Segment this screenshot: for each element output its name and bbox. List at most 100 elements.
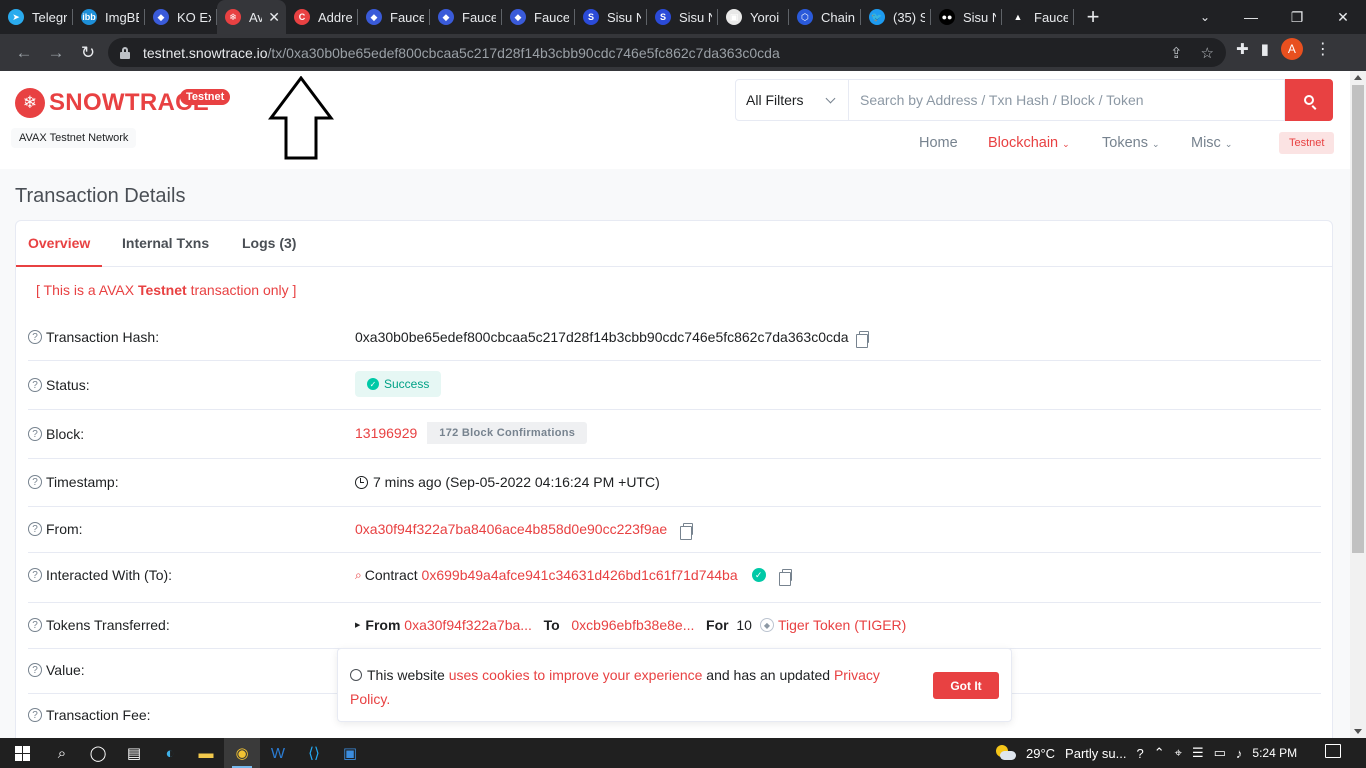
page-scrollbar[interactable] <box>1350 71 1366 738</box>
nav-blockchain[interactable]: Blockchain ⌄ <box>988 135 1070 151</box>
tab-internal-txns[interactable]: Internal Txns <box>122 235 209 251</box>
help-icon[interactable]: ? <box>28 427 42 441</box>
browser-tab[interactable]: C Addre <box>286 0 358 34</box>
scroll-up-icon[interactable] <box>1354 75 1362 80</box>
tab-search-icon[interactable]: ⌄ <box>1190 0 1220 34</box>
browser-tab[interactable]: ❄ Av ✕ <box>217 0 286 34</box>
profile-avatar[interactable]: A <box>1280 38 1303 60</box>
edge-icon[interactable]: ◐ <box>152 738 188 768</box>
nav-home[interactable]: Home <box>919 135 958 151</box>
contract-address-link[interactable]: 0x699b49a4afce941c34631d426bd1c61f71d744… <box>422 567 738 583</box>
bookmark-star-icon[interactable]: ☆ <box>1201 44 1214 62</box>
task-view-icon[interactable]: ▤ <box>116 738 152 768</box>
lock-icon[interactable] <box>120 46 130 59</box>
close-window-icon[interactable]: ✕ <box>1320 9 1366 26</box>
vscode-icon[interactable]: ⟨⟩ <box>296 738 332 768</box>
notifications-icon[interactable] <box>1325 744 1341 758</box>
copy-icon[interactable] <box>680 523 694 540</box>
minimize-icon[interactable]: — <box>1228 9 1274 25</box>
clock-time[interactable]: 5:24 PM <box>1252 746 1297 760</box>
tab-title: Fauce <box>1034 9 1068 25</box>
cookie-policy-link[interactable]: uses cookies to improve your experience <box>449 667 703 683</box>
transfer-from-label: From <box>365 617 401 633</box>
tab-overview[interactable]: Overview <box>28 235 90 251</box>
site-logo[interactable]: ❄ SNOWTRACE Testnet <box>15 88 231 118</box>
back-icon[interactable]: ← <box>8 43 40 63</box>
tab-favicon-icon: ➤ <box>8 9 24 25</box>
temperature[interactable]: 29°C <box>1026 746 1055 761</box>
nav-tokens[interactable]: Tokens ⌄ <box>1102 135 1160 151</box>
browser-tab[interactable]: ◆ Fauce <box>502 0 575 34</box>
browser-tab[interactable]: ▲ Fauce <box>1002 0 1074 34</box>
address-bar[interactable]: testnet.snowtrace.io/tx/0xa30b0be65edef8… <box>108 38 1226 67</box>
got-it-button[interactable]: Got It <box>933 672 999 699</box>
scroll-down-icon[interactable] <box>1354 729 1362 734</box>
block-number-link[interactable]: 13196929 <box>355 425 417 441</box>
transfer-from-link[interactable]: 0xa30f94f322a7ba... <box>404 617 532 633</box>
transfer-to-link[interactable]: 0xcb96ebfb38e8e... <box>571 617 694 633</box>
weather-text[interactable]: Partly su... <box>1065 746 1126 761</box>
weather-partly-sunny-icon[interactable] <box>994 745 1016 761</box>
browser-tab[interactable]: S Sisu N <box>575 0 647 34</box>
help-icon[interactable]: ? <box>28 663 42 677</box>
chrome-icon[interactable]: ◉ <box>224 738 260 768</box>
battery-icon[interactable]: ▭ <box>1214 745 1226 761</box>
browser-tab[interactable]: S Sisu N <box>647 0 718 34</box>
search-input[interactable]: Search by Address / Txn Hash / Block / T… <box>849 79 1285 121</box>
from-address-link[interactable]: 0xa30f94f322a7ba8406ace4b858d0e90cc223f9… <box>355 521 667 537</box>
side-panel-icon[interactable]: ▮ <box>1261 40 1269 58</box>
help-icon[interactable]: ? <box>28 522 42 536</box>
network-switch-badge[interactable]: Testnet <box>1279 132 1335 154</box>
start-button[interactable] <box>0 738 44 768</box>
tab-logs[interactable]: Logs (3) <box>242 235 296 251</box>
search-filter-select[interactable]: All Filters <box>735 79 849 121</box>
scrollbar-thumb[interactable] <box>1352 85 1364 553</box>
url-host: testnet.snowtrace.io <box>143 44 268 61</box>
help-icon[interactable]: ? <box>28 708 42 722</box>
volume-icon[interactable]: ♪ <box>1236 746 1243 761</box>
extensions-icon[interactable]: ✚ <box>1236 40 1249 58</box>
browser-tab[interactable]: ●● Sisu N <box>931 0 1002 34</box>
cookie-text-2: and has an updated <box>702 667 834 683</box>
label-text: Block: <box>46 426 85 442</box>
browser-tab[interactable]: ➤ Telegr <box>0 0 73 34</box>
windows-taskbar: ⌕ ◯ ▤ ◐ ▬ ◉ W ⟨⟩ ▣ 29°C Partly su... ? ⌃… <box>0 738 1366 768</box>
wifi-icon[interactable]: ☰ <box>1192 745 1204 761</box>
help-icon[interactable]: ? <box>28 330 42 344</box>
browser-tab[interactable]: ⬡ Chain <box>789 0 861 34</box>
nav-misc[interactable]: Misc ⌄ <box>1191 135 1232 151</box>
restore-icon[interactable]: ❐ <box>1274 9 1320 26</box>
browser-tab[interactable]: ▣ Yoroi <box>718 0 789 34</box>
cortana-icon[interactable]: ◯ <box>80 738 116 768</box>
check-circle-icon: ✓ <box>367 378 379 390</box>
forward-icon[interactable]: → <box>40 43 72 63</box>
app-icon[interactable]: ▣ <box>332 738 368 768</box>
chevron-up-icon[interactable]: ⌃ <box>1154 745 1165 761</box>
close-tab-icon[interactable]: ✕ <box>262 9 280 26</box>
chevron-down-icon: ⌄ <box>1151 139 1160 149</box>
copy-icon[interactable] <box>855 331 869 348</box>
help-icon[interactable]: ? <box>28 568 42 582</box>
help-icon[interactable]: ? <box>28 378 42 392</box>
browser-tab[interactable]: ◆ Fauce <box>430 0 502 34</box>
tab-favicon-icon: C <box>294 9 310 25</box>
help-tray-icon[interactable]: ? <box>1136 746 1143 761</box>
help-icon[interactable]: ? <box>28 618 42 632</box>
new-tab-button[interactable]: + <box>1074 4 1112 30</box>
token-link[interactable]: Tiger Token (TIGER) <box>778 617 906 633</box>
file-explorer-icon[interactable]: ▬ <box>188 738 224 768</box>
browser-tab[interactable]: ◆ KO Ex <box>145 0 217 34</box>
browser-tab[interactable]: ibb ImgBB <box>73 0 145 34</box>
browser-tab[interactable]: 🐦 (35) S <box>861 0 931 34</box>
word-icon[interactable]: W <box>260 738 296 768</box>
search-icon[interactable]: ⌕ <box>44 738 80 768</box>
system-tray: 29°C Partly su... ? ⌃ ⌖ ☰ ▭ ♪ 5:24 PM <box>994 738 1297 768</box>
location-icon[interactable]: ⌖ <box>1175 745 1182 761</box>
share-icon[interactable]: ⇪ <box>1170 44 1183 62</box>
reload-icon[interactable]: ↻ <box>72 43 104 63</box>
menu-kebab-icon[interactable]: ⋮ <box>1315 39 1331 59</box>
search-button[interactable] <box>1285 79 1333 121</box>
help-icon[interactable]: ? <box>28 475 42 489</box>
copy-icon[interactable] <box>778 569 792 586</box>
browser-tab[interactable]: ◆ Fauce <box>358 0 430 34</box>
